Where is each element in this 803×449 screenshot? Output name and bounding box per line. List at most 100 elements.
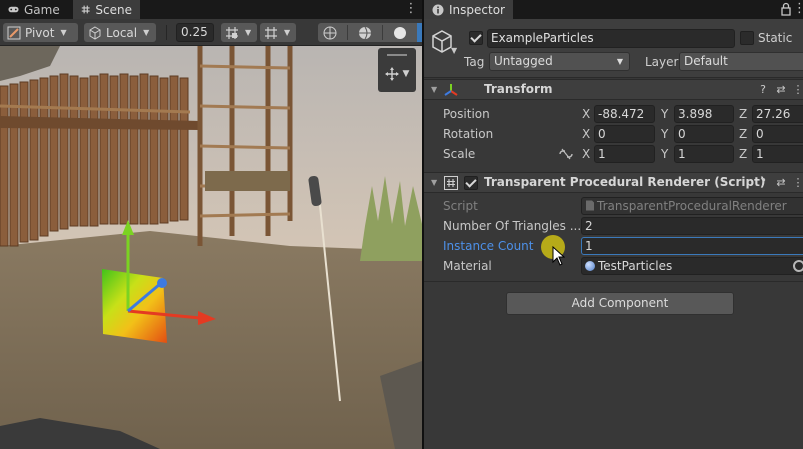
scene-render [0,46,422,449]
add-component-button[interactable]: Add Component [506,292,734,315]
help-icon[interactable]: ? [756,176,770,190]
renderer-enabled-checkbox[interactable] [464,176,478,190]
triangles-field[interactable]: 2 [581,217,803,235]
foldout-arrow-icon[interactable]: ▼ [431,178,437,187]
layer-dropdown[interactable]: Default [679,52,803,71]
object-name-field[interactable]: ExampleParticles [487,29,735,48]
material-label[interactable]: Material [443,259,492,273]
wireframe-shading-button[interactable] [318,26,343,40]
script-label: Script [443,199,478,213]
grid-snap-button[interactable]: ▼ [221,23,257,42]
drag-handle[interactable] [387,54,407,56]
chevron-down-icon: ▼ [402,69,410,79]
scale-x-field[interactable]: 1 [594,145,655,163]
rotation-y-field[interactable]: 0 [674,125,734,143]
pivot-icon [7,26,21,39]
component-menu-icon[interactable]: ⋮ [791,83,803,97]
inspector-tabbar: Inspector ⋮ [424,0,803,19]
divider [381,25,383,40]
lock-icon[interactable] [781,2,791,16]
scale-y-field[interactable]: 1 [674,145,734,163]
scale-z-field[interactable]: 1 [752,145,803,163]
instance-count-field[interactable]: 1 [581,237,803,255]
tab-game-label: Game [24,2,60,17]
transform-title: Transform [484,82,553,96]
object-header: ▼ ExampleParticles Static Tag Untagged ▼… [424,19,803,78]
material-field[interactable]: TestParticles [581,257,803,275]
grid-visibility-button[interactable]: ▼ [260,23,296,42]
static-label: Static [758,31,793,45]
help-icon[interactable]: ? [756,83,770,97]
chevron-down-icon: ▼ [284,28,291,37]
scene-viewport[interactable]: ▼ [0,46,422,449]
axis-x-label[interactable]: X [582,107,590,121]
preset-sliders-icon[interactable]: ⇄ [774,176,788,190]
view-tool-button[interactable]: ▼ [381,62,413,86]
renderer-header[interactable]: ▼ Transparent Procedural Renderer (Scrip… [424,172,803,193]
renderer-title: Transparent Procedural Renderer (Script) [484,175,766,189]
shaded-sphere-icon [393,26,406,39]
script-value: TransparentProceduralRenderer [597,199,787,213]
shaded-wireframe-button[interactable] [352,26,378,40]
transform-header[interactable]: ▼ Transform ? ⇄ ⋮ [424,79,803,100]
pivot-label: Pivot [25,25,55,40]
static-checkbox[interactable] [740,31,754,45]
rotation-label[interactable]: Rotation [443,127,493,141]
grid-snap-icon [226,26,238,39]
scene-panel: Game Scene ⋮ Pivot ▼ Local ▼ 0.25 ▼ ▼ ▼ [0,0,423,449]
preset-sliders-icon[interactable]: ⇄ [774,83,788,97]
tab-inspector-label: Inspector [449,2,505,17]
triangles-label[interactable]: Number Of Triangles ... [443,219,581,233]
grid-icon [265,26,277,39]
snap-value-field[interactable]: 0.25 [176,23,214,42]
axis-y-label[interactable]: Y [661,107,668,121]
component-menu-icon[interactable]: ⋮ [791,176,803,190]
active-checkbox[interactable] [469,31,483,45]
rotation-x-field[interactable]: 0 [594,125,655,143]
more-menu-icon[interactable]: ⋮ [793,0,803,19]
grid-hash-icon [81,5,90,14]
position-y-field[interactable]: 3.898 [674,105,734,123]
axis-y-label[interactable]: Y [661,147,668,161]
component-divider [424,281,803,282]
chevron-down-icon: ▼ [143,28,150,37]
material-sphere-icon [585,261,595,271]
tab-game[interactable]: Game [0,0,68,19]
axis-y-label[interactable]: Y [661,127,668,141]
axis-x-label[interactable]: X [582,147,590,161]
tab-inspector[interactable]: Inspector [424,0,513,19]
pivot-dropdown[interactable]: Pivot ▼ [3,23,78,42]
tab-scene[interactable]: Scene [73,0,140,19]
axis-z-label[interactable]: Z [739,127,747,141]
position-z-field[interactable]: 27.26 [752,105,803,123]
shaded-button[interactable] [387,26,413,40]
position-x-field[interactable]: -88.472 [594,105,655,123]
object-picker-icon[interactable] [793,260,803,272]
layer-label: Layer [645,55,679,69]
scale-label[interactable]: Scale [443,147,475,161]
tab-scene-label: Scene [95,2,132,17]
tag-value: Untagged [494,54,553,68]
instance-count-label[interactable]: Instance Count [443,239,534,253]
axis-z-label[interactable]: Z [739,147,747,161]
local-dropdown[interactable]: Local ▼ [84,23,156,42]
chevron-down-icon: ▼ [616,57,623,66]
rotation-z-field[interactable]: 0 [752,125,803,143]
axis-x-label[interactable]: X [582,127,590,141]
toolbar-divider [166,25,167,40]
material-value: TestParticles [598,259,673,273]
foldout-arrow-icon[interactable]: ▼ [431,85,437,94]
script-file-icon [586,200,594,211]
tag-dropdown[interactable]: Untagged ▼ [489,52,630,71]
divider [346,25,348,40]
script-field: TransparentProceduralRenderer [581,197,803,215]
tag-label: Tag [464,55,485,69]
wireframe-sphere-icon [323,26,337,39]
orientation-gizmo-overlay[interactable]: ▼ [378,48,416,92]
axis-z-label[interactable]: Z [739,107,747,121]
layer-value: Default [684,54,728,68]
cube-icon [89,25,101,40]
more-menu-icon[interactable]: ⋮ [404,0,418,19]
position-label[interactable]: Position [443,107,490,121]
link-broken-icon[interactable] [559,148,573,160]
